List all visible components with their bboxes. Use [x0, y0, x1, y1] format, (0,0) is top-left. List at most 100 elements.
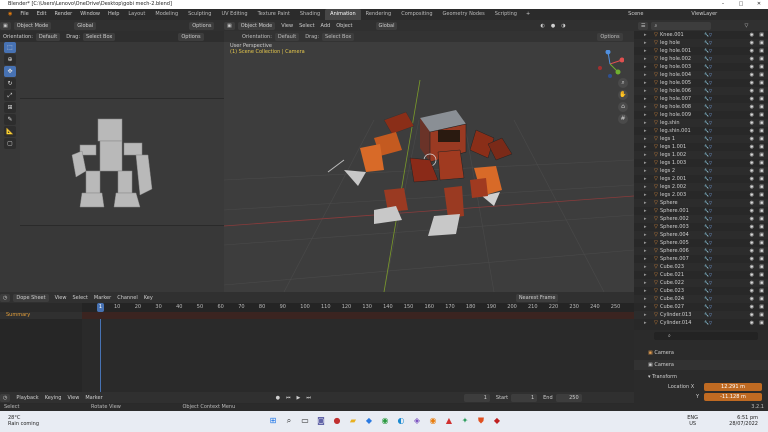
camera-render-icon[interactable]: ▣ — [759, 215, 764, 223]
maximize-icon[interactable]: □ — [732, 0, 750, 9]
outliner-row[interactable]: ▸ ▽ legs 2.003 🔧▽ ◉ ▣ — [634, 191, 768, 199]
outliner-row[interactable]: ▸ ▽ leg hole.008 🔧▽ ◉ ▣ — [634, 103, 768, 111]
drag-dropdown[interactable]: Select Box — [83, 32, 116, 41]
expand-arrow-icon[interactable]: ▸ — [644, 79, 647, 87]
expand-arrow-icon[interactable]: ▸ — [644, 191, 647, 199]
visibility-eye-icon[interactable]: ◉ — [750, 103, 754, 111]
visibility-eye-icon[interactable]: ◉ — [750, 175, 754, 183]
camera-render-icon[interactable]: ▣ — [759, 127, 764, 135]
expand-arrow-icon[interactable]: ▸ — [644, 303, 647, 311]
expand-arrow-icon[interactable]: ▸ — [644, 279, 647, 287]
jump-end-icon[interactable]: ⏭ — [306, 395, 311, 401]
camera-render-icon[interactable]: ▣ — [759, 71, 764, 79]
visibility-eye-icon[interactable]: ◉ — [750, 207, 754, 215]
expand-arrow-icon[interactable]: ▸ — [644, 263, 647, 271]
outliner-row[interactable]: ▸ ▽ leg hole.005 🔧▽ ◉ ▣ — [634, 79, 768, 87]
app-icon-3[interactable]: ▲ — [444, 415, 454, 427]
location-y-field[interactable]: -11.128 m — [704, 393, 762, 401]
brave-icon[interactable]: ⛊ — [476, 415, 486, 427]
camera-render-icon[interactable]: ▣ — [759, 279, 764, 287]
visibility-eye-icon[interactable]: ◉ — [750, 167, 754, 175]
record-icon[interactable]: ● — [276, 395, 280, 401]
expand-arrow-icon[interactable]: ▸ — [644, 31, 647, 39]
outliner-row[interactable]: ▸ ▽ Knee.001 🔧▽ ◉ ▣ — [634, 31, 768, 39]
visibility-eye-icon[interactable]: ◉ — [750, 127, 754, 135]
visibility-eye-icon[interactable]: ◉ — [750, 135, 754, 143]
expand-arrow-icon[interactable]: ▸ — [644, 159, 647, 167]
current-frame-indicator[interactable]: 1 — [97, 303, 104, 312]
pan-hand-icon[interactable]: ✋ — [618, 90, 628, 100]
visibility-eye-icon[interactable]: ◉ — [750, 191, 754, 199]
camera-render-icon[interactable]: ▣ — [759, 31, 764, 39]
annotate-icon[interactable]: ✎ — [4, 114, 16, 125]
visibility-eye-icon[interactable]: ◉ — [750, 79, 754, 87]
start-frame-field[interactable]: 1 — [511, 393, 538, 402]
expand-arrow-icon[interactable]: ▸ — [644, 63, 647, 71]
camera-render-icon[interactable]: ▣ — [759, 111, 764, 119]
orange-robot-model[interactable] — [327, 110, 513, 236]
outliner-row[interactable]: ▸ ▽ legs 1.002 🔧▽ ◉ ▣ — [634, 151, 768, 159]
expand-arrow-icon[interactable]: ▸ — [644, 151, 647, 159]
outliner-row[interactable]: ▸ ▽ leg hole.003 🔧▽ ◉ ▣ — [634, 63, 768, 71]
outliner-row[interactable]: ▸ ▽ Sphere.006 🔧▽ ◉ ▣ — [634, 247, 768, 255]
expand-arrow-icon[interactable]: ▸ — [644, 135, 647, 143]
camera-render-icon[interactable]: ▣ — [759, 199, 764, 207]
outliner-row[interactable]: ▸ ▽ leg hole 🔧▽ ◉ ▣ — [634, 39, 768, 47]
camera-render-icon[interactable]: ▣ — [759, 311, 764, 319]
search-icon[interactable]: ⌕ — [284, 415, 294, 427]
options-button[interactable]: Options — [189, 21, 215, 30]
tab-compositing[interactable]: Compositing — [396, 9, 437, 20]
blender-logo-icon[interactable]: ◉ — [4, 9, 16, 20]
dopesheet-mode-dropdown[interactable]: Dope Sheet — [13, 293, 49, 302]
outliner-row[interactable]: ▸ ▽ Sphere.003 🔧▽ ◉ ▣ — [634, 223, 768, 231]
expand-arrow-icon[interactable]: ▸ — [644, 39, 647, 47]
app-icon-5[interactable]: ◆ — [492, 415, 502, 427]
outliner-row[interactable]: ▸ ▽ legs 1.001 🔧▽ ◉ ▣ — [634, 143, 768, 151]
close-icon[interactable]: ✕ — [750, 0, 768, 9]
outliner-row[interactable]: ▸ ▽ leg hole.007 🔧▽ ◉ ▣ — [634, 95, 768, 103]
summary-channel[interactable]: Summary — [0, 312, 82, 319]
visibility-eye-icon[interactable]: ◉ — [750, 183, 754, 191]
tab-uv-editing[interactable]: UV Editing — [216, 9, 252, 20]
grid-icon[interactable]: # — [618, 114, 628, 124]
camera-render-icon[interactable]: ▣ — [759, 319, 764, 327]
add-cube-icon[interactable]: ▢ — [4, 138, 16, 149]
camera-render-icon[interactable]: ▣ — [759, 263, 764, 271]
expand-arrow-icon[interactable]: ▸ — [644, 127, 647, 135]
navigation-gizmo[interactable] — [596, 50, 624, 78]
add-workspace-icon[interactable]: + — [522, 9, 534, 20]
menu-marker[interactable]: Marker — [94, 295, 111, 301]
outliner-row[interactable]: ▸ ▽ Cube.027 🔧▽ ◉ ▣ — [634, 303, 768, 311]
expand-arrow-icon[interactable]: ▸ — [644, 223, 647, 231]
visibility-eye-icon[interactable]: ◉ — [750, 159, 754, 167]
visibility-eye-icon[interactable]: ◉ — [750, 231, 754, 239]
visibility-eye-icon[interactable]: ◉ — [750, 295, 754, 303]
outliner-row[interactable]: ▸ ▽ Cube.022 🔧▽ ◉ ▣ — [634, 279, 768, 287]
cursor-icon[interactable]: ⊕ — [4, 54, 16, 65]
camera-render-icon[interactable]: ▣ — [759, 87, 764, 95]
expand-arrow-icon[interactable]: ▸ — [644, 111, 647, 119]
blender-taskbar-icon[interactable]: ◉ — [428, 415, 438, 427]
orientation-global[interactable]: Global — [74, 21, 97, 30]
scale-icon[interactable]: ⤢ — [4, 90, 16, 101]
expand-arrow-icon[interactable]: ▸ — [644, 119, 647, 127]
menu-select[interactable]: Select — [72, 295, 87, 301]
expand-arrow-icon[interactable]: ▸ — [644, 247, 647, 255]
expand-arrow-icon[interactable]: ▸ — [644, 231, 647, 239]
tab-geometry-nodes[interactable]: Geometry Nodes — [438, 9, 490, 20]
camera-render-icon[interactable]: ▣ — [759, 303, 764, 311]
visibility-eye-icon[interactable]: ◉ — [750, 311, 754, 319]
move-icon[interactable]: ✥ — [4, 66, 16, 77]
rotate-icon[interactable]: ↻ — [4, 78, 16, 89]
camera-render-icon[interactable]: ▣ — [759, 79, 764, 87]
tab-sculpting[interactable]: Sculpting — [183, 9, 216, 20]
dope-sheet-editor[interactable]: ◷ Dope Sheet View Select Marker Channel … — [0, 292, 634, 404]
folder-icon[interactable]: ▰ — [348, 415, 358, 427]
camera-render-icon[interactable]: ▣ — [759, 119, 764, 127]
end-frame-field[interactable]: 250 — [555, 393, 582, 402]
visibility-eye-icon[interactable]: ◉ — [750, 215, 754, 223]
visibility-eye-icon[interactable]: ◉ — [750, 63, 754, 71]
expand-arrow-icon[interactable]: ▸ — [644, 319, 647, 327]
outliner-row[interactable]: ▸ ▽ Sphere.001 🔧▽ ◉ ▣ — [634, 207, 768, 215]
camera-render-icon[interactable]: ▣ — [759, 167, 764, 175]
